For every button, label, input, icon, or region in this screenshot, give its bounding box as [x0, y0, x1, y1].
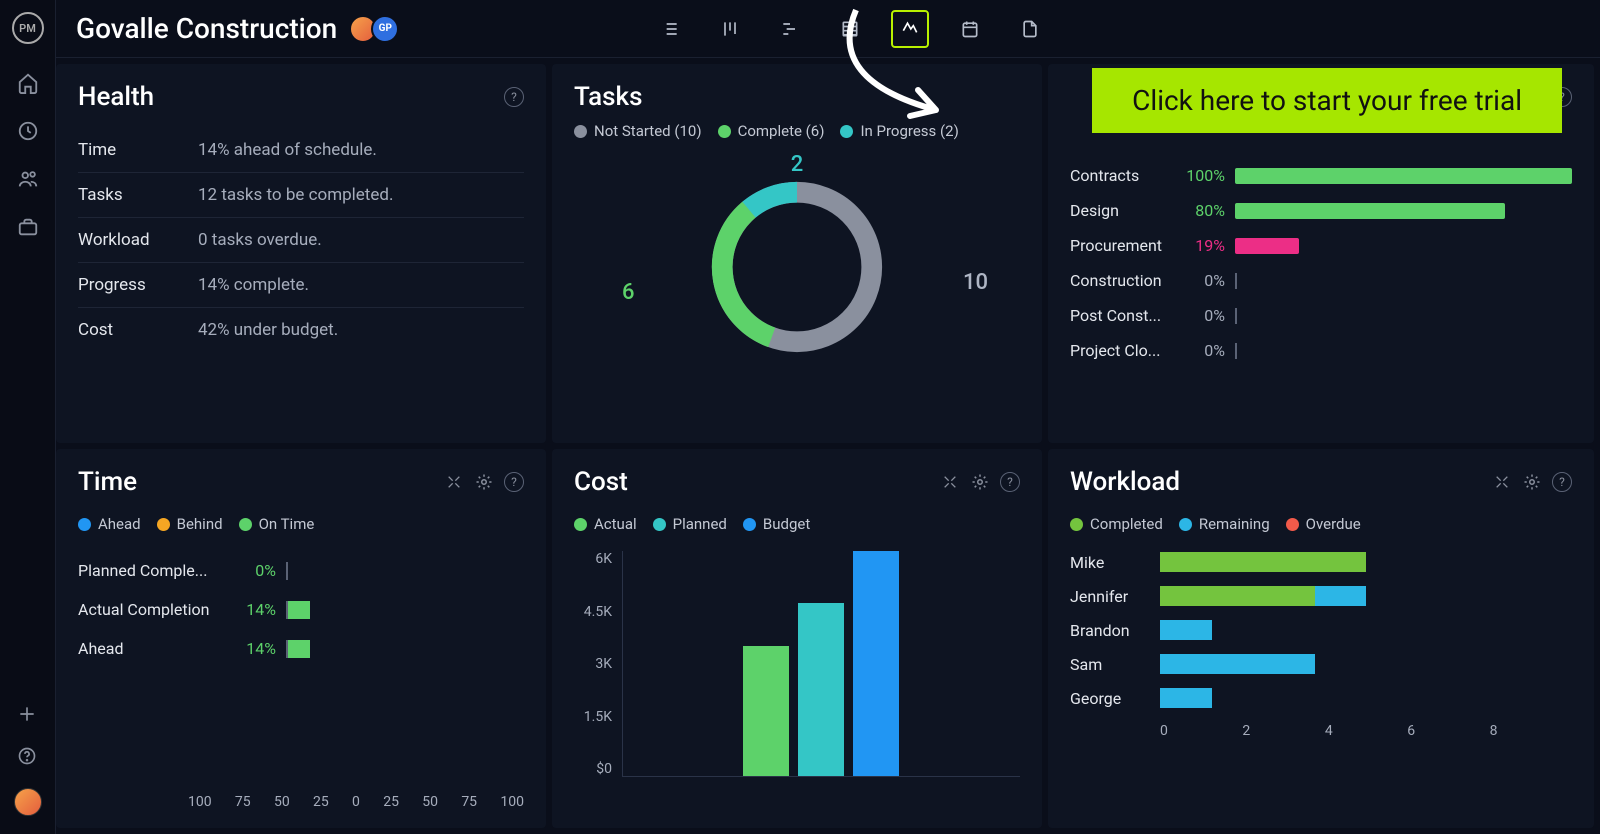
time-axis: 1007550250255075100 [78, 794, 524, 810]
progress-row: Design 80% [1070, 193, 1572, 228]
legend-item: Budget [743, 515, 810, 533]
expand-icon[interactable] [940, 472, 960, 492]
clock-icon[interactable] [17, 120, 39, 142]
logo[interactable]: PM [12, 12, 44, 44]
cost-bar-actual [743, 646, 789, 777]
workload-row: George [1070, 681, 1572, 715]
workload-panel: Workload ? Completed Remaining Overdue M… [1048, 449, 1594, 828]
briefcase-icon[interactable] [17, 216, 39, 238]
expand-icon[interactable] [1492, 472, 1512, 492]
time-panel: Time ? Ahead Behind On Time Planned Comp… [56, 449, 546, 828]
donut-value-top: 2 [791, 152, 804, 177]
legend-item: Completed [1070, 515, 1163, 533]
time-row: Ahead 14% [78, 629, 524, 668]
donut-value-left: 6 [622, 280, 635, 305]
legend-item: In Progress (2) [840, 122, 958, 140]
help-icon[interactable]: ? [1552, 472, 1572, 492]
health-row: Workload0 tasks overdue. [78, 218, 524, 263]
tasks-title: Tasks [574, 82, 643, 112]
plus-icon[interactable] [17, 704, 39, 726]
project-avatars[interactable]: GP [355, 15, 399, 43]
legend-item: Remaining [1179, 515, 1270, 533]
workload-row: Mike [1070, 545, 1572, 579]
cost-bar-planned [798, 603, 844, 776]
cost-panel: Cost ? Actual Planned Budget 6K 4.5K 3K … [552, 449, 1042, 828]
legend-item: Ahead [78, 515, 141, 533]
topbar: Govalle Construction GP [56, 0, 1600, 58]
progress-row: Construction 0% [1070, 263, 1572, 298]
view-table-icon[interactable] [831, 10, 869, 48]
workload-row: Brandon [1070, 613, 1572, 647]
workload-axis: 02468 [1160, 715, 1572, 739]
cost-bar-chart: 6K 4.5K 3K 1.5K $0 [574, 551, 1020, 777]
view-switcher [651, 10, 1049, 48]
home-icon[interactable] [17, 72, 39, 94]
legend-item: Behind [157, 515, 223, 533]
workload-row: Sam [1070, 647, 1572, 681]
project-title: Govalle Construction [76, 12, 337, 45]
health-row: Progress14% complete. [78, 263, 524, 308]
health-row: Tasks12 tasks to be completed. [78, 173, 524, 218]
legend-item: Complete (6) [718, 122, 825, 140]
health-panel: Health ? Time14% ahead of schedule. Task… [56, 64, 546, 443]
time-title: Time [78, 467, 137, 497]
tasks-panel: Tasks Not Started (10) Complete (6) In P… [552, 64, 1042, 443]
progress-row: Project Clo... 0% [1070, 333, 1572, 368]
view-list-icon[interactable] [651, 10, 689, 48]
progress-title [1070, 82, 1076, 112]
help-icon[interactable]: ? [504, 87, 524, 107]
help-icon[interactable]: ? [504, 472, 524, 492]
progress-row: Post Const... 0% [1070, 298, 1572, 333]
legend-item: On Time [239, 515, 315, 533]
cost-bar-budget [853, 551, 899, 776]
help-icon[interactable] [17, 746, 39, 768]
donut-value-right: 10 [963, 270, 988, 295]
gear-icon[interactable] [970, 472, 990, 492]
time-row: Actual Completion 14% [78, 590, 524, 629]
gear-icon[interactable] [1522, 472, 1542, 492]
workload-row: Jennifer [1070, 579, 1572, 613]
legend-item: Actual [574, 515, 637, 533]
view-file-icon[interactable] [1011, 10, 1049, 48]
view-board-icon[interactable] [711, 10, 749, 48]
progress-row: Procurement 19% [1070, 228, 1572, 263]
progress-row: Contracts 100% [1070, 158, 1572, 193]
view-dashboard-icon[interactable] [891, 10, 929, 48]
people-icon[interactable] [17, 168, 39, 190]
time-row: Planned Comple... 0% [78, 551, 524, 590]
free-trial-cta[interactable]: Click here to start your free trial [1092, 68, 1562, 133]
legend-item: Not Started (10) [574, 122, 702, 140]
cost-title: Cost [574, 467, 628, 497]
avatar-2[interactable]: GP [371, 15, 399, 43]
sidebar: PM [0, 0, 56, 834]
view-calendar-icon[interactable] [951, 10, 989, 48]
gear-icon[interactable] [474, 472, 494, 492]
user-avatar[interactable] [14, 788, 42, 816]
health-title: Health [78, 82, 154, 112]
legend-item: Overdue [1286, 515, 1361, 533]
legend-item: Planned [653, 515, 727, 533]
health-row: Time14% ahead of schedule. [78, 128, 524, 173]
expand-icon[interactable] [444, 472, 464, 492]
view-gantt-icon[interactable] [771, 10, 809, 48]
help-icon[interactable]: ? [1000, 472, 1020, 492]
health-row: Cost42% under budget. [78, 308, 524, 352]
workload-title: Workload [1070, 467, 1180, 497]
tasks-donut-chart: 2 6 10 [574, 152, 1020, 382]
